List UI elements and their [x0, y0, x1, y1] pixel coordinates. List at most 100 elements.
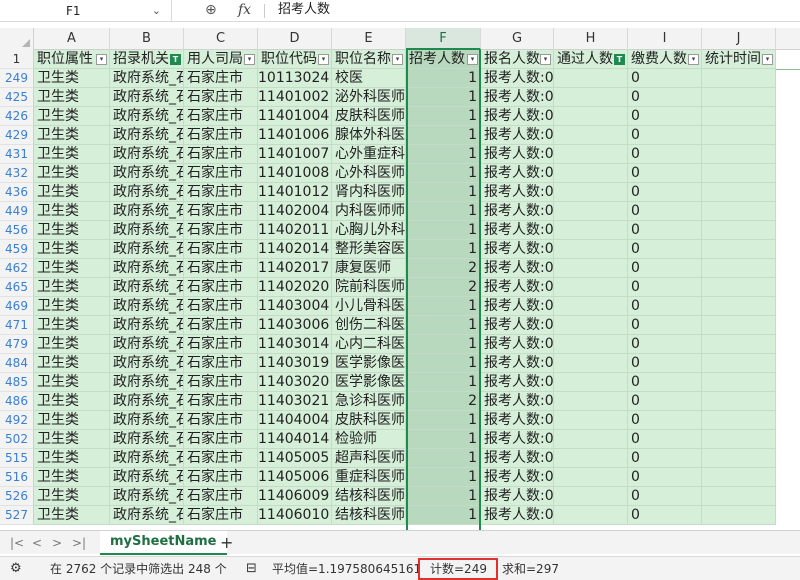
cell-f[interactable]: 1 [406, 487, 481, 506]
cell-e[interactable]: 急诊科医师 [332, 392, 406, 411]
row-number[interactable]: 249 [0, 69, 34, 88]
cell-e[interactable]: 内科医师师 [332, 202, 406, 221]
cell-b[interactable]: 政府系统_石家庄市 [110, 430, 184, 449]
cell-e[interactable]: 整形美容医 [332, 240, 406, 259]
cell-c[interactable]: 石家庄市 [184, 506, 258, 525]
cell-d[interactable]: 11404014 [258, 430, 332, 449]
cell-h[interactable] [554, 164, 628, 183]
cell-i[interactable]: 0 [628, 126, 702, 145]
cell-j[interactable] [702, 449, 776, 468]
cell-i[interactable]: 0 [628, 69, 702, 88]
row-number[interactable]: 465 [0, 278, 34, 297]
cell-f[interactable]: 1 [406, 354, 481, 373]
column-header-f[interactable]: F [406, 28, 481, 50]
cell-g[interactable]: 报考人数:0 [481, 278, 554, 297]
cell-i[interactable]: 0 [628, 202, 702, 221]
row-number[interactable]: 425 [0, 88, 34, 107]
add-sheet-button[interactable]: + [220, 532, 233, 554]
last-sheet-button[interactable]: >| [72, 534, 86, 552]
cell-b[interactable]: 政府系统_石家庄市 [110, 316, 184, 335]
row-number[interactable]: 516 [0, 468, 34, 487]
first-sheet-button[interactable]: |< [10, 534, 24, 552]
average-value[interactable]: 平均值=1.197580645161 [272, 557, 421, 580]
cell-d[interactable]: 11402011 [258, 221, 332, 240]
next-sheet-button[interactable]: > [52, 534, 62, 552]
cell-b[interactable]: 政府系统_石家庄市 [110, 373, 184, 392]
cell-g[interactable]: 报考人数:0 [481, 487, 554, 506]
cell-c[interactable]: 石家庄市 [184, 145, 258, 164]
cell-h[interactable] [554, 202, 628, 221]
cell-h[interactable] [554, 354, 628, 373]
cell-i[interactable]: 0 [628, 278, 702, 297]
cell-f[interactable]: 1 [406, 164, 481, 183]
cell-c[interactable]: 石家庄市 [184, 316, 258, 335]
cell-h[interactable] [554, 506, 628, 525]
cell-e[interactable]: 医学影像医 [332, 354, 406, 373]
cell-f[interactable]: 1 [406, 88, 481, 107]
cell-j[interactable] [702, 145, 776, 164]
row-number[interactable]: 429 [0, 126, 34, 145]
cell-i[interactable]: 0 [628, 392, 702, 411]
cell-a[interactable]: 卫生类 [34, 259, 110, 278]
chevron-down-icon[interactable]: ⌄ [152, 0, 161, 22]
cell-d[interactable]: 11403006 [258, 316, 332, 335]
cell-a[interactable]: 卫生类 [34, 183, 110, 202]
cell-a[interactable]: 卫生类 [34, 278, 110, 297]
cell-c[interactable]: 石家庄市 [184, 183, 258, 202]
cell-f[interactable]: 1 [406, 145, 481, 164]
cell-e[interactable]: 检验师 [332, 430, 406, 449]
cell-c[interactable]: 石家庄市 [184, 430, 258, 449]
row-number[interactable]: 432 [0, 164, 34, 183]
cell-h[interactable] [554, 373, 628, 392]
cell-d[interactable]: 11401006 [258, 126, 332, 145]
cell-b[interactable]: 政府系统_石家庄市 [110, 449, 184, 468]
cell-e[interactable]: 结核科医师 [332, 487, 406, 506]
cell-g[interactable]: 报考人数:0 [481, 164, 554, 183]
cell-d[interactable]: 11402017 [258, 259, 332, 278]
filter-dropdown-icon[interactable]: ▾ [318, 54, 329, 65]
cell-e[interactable]: 心外重症科 [332, 145, 406, 164]
cell-h[interactable] [554, 335, 628, 354]
cell-a[interactable]: 卫生类 [34, 392, 110, 411]
cell-j[interactable] [702, 373, 776, 392]
cell-i[interactable]: 0 [628, 449, 702, 468]
cell-c[interactable]: 石家庄市 [184, 221, 258, 240]
cell-c[interactable]: 石家庄市 [184, 164, 258, 183]
cell-d[interactable]: 11401004 [258, 107, 332, 126]
header-cell-a[interactable]: 职位属性 ▾ [34, 50, 110, 69]
cell-f[interactable]: 1 [406, 335, 481, 354]
cell-g[interactable]: 报考人数:0 [481, 506, 554, 525]
header-cell-e[interactable]: 职位名称 ▾ [332, 50, 406, 69]
cell-a[interactable]: 卫生类 [34, 449, 110, 468]
cell-a[interactable]: 卫生类 [34, 126, 110, 145]
zoom-formula-icon[interactable]: ⊕ [205, 2, 217, 18]
header-cell-d[interactable]: 职位代码 ▾ [258, 50, 332, 69]
cell-a[interactable]: 卫生类 [34, 69, 110, 88]
cell-h[interactable] [554, 278, 628, 297]
cell-j[interactable] [702, 487, 776, 506]
row-number[interactable]: 459 [0, 240, 34, 259]
cell-f[interactable]: 1 [406, 202, 481, 221]
cell-i[interactable]: 0 [628, 506, 702, 525]
cell-b[interactable]: 政府系统_石家庄市 [110, 126, 184, 145]
cell-a[interactable]: 卫生类 [34, 164, 110, 183]
cell-c[interactable]: 石家庄市 [184, 69, 258, 88]
cell-i[interactable]: 0 [628, 240, 702, 259]
cell-b[interactable]: 政府系统_石家庄市 [110, 202, 184, 221]
filter-dropdown-icon[interactable]: ▾ [467, 54, 478, 65]
cell-d[interactable]: 11403019 [258, 354, 332, 373]
cell-a[interactable]: 卫生类 [34, 107, 110, 126]
cell-b[interactable]: 政府系统_石家庄市 [110, 88, 184, 107]
row-number[interactable]: 485 [0, 373, 34, 392]
cell-c[interactable]: 石家庄市 [184, 468, 258, 487]
row-number[interactable]: 449 [0, 202, 34, 221]
cell-i[interactable]: 0 [628, 297, 702, 316]
cell-d[interactable]: 11405005 [258, 449, 332, 468]
cell-h[interactable] [554, 487, 628, 506]
header-cell-j[interactable]: 统计时间 ▾ [702, 50, 776, 69]
row-number[interactable]: 527 [0, 506, 34, 525]
cell-j[interactable] [702, 259, 776, 278]
header-cell-h[interactable]: 通过人数 T [554, 50, 628, 69]
cell-c[interactable]: 石家庄市 [184, 107, 258, 126]
cell-i[interactable]: 0 [628, 183, 702, 202]
